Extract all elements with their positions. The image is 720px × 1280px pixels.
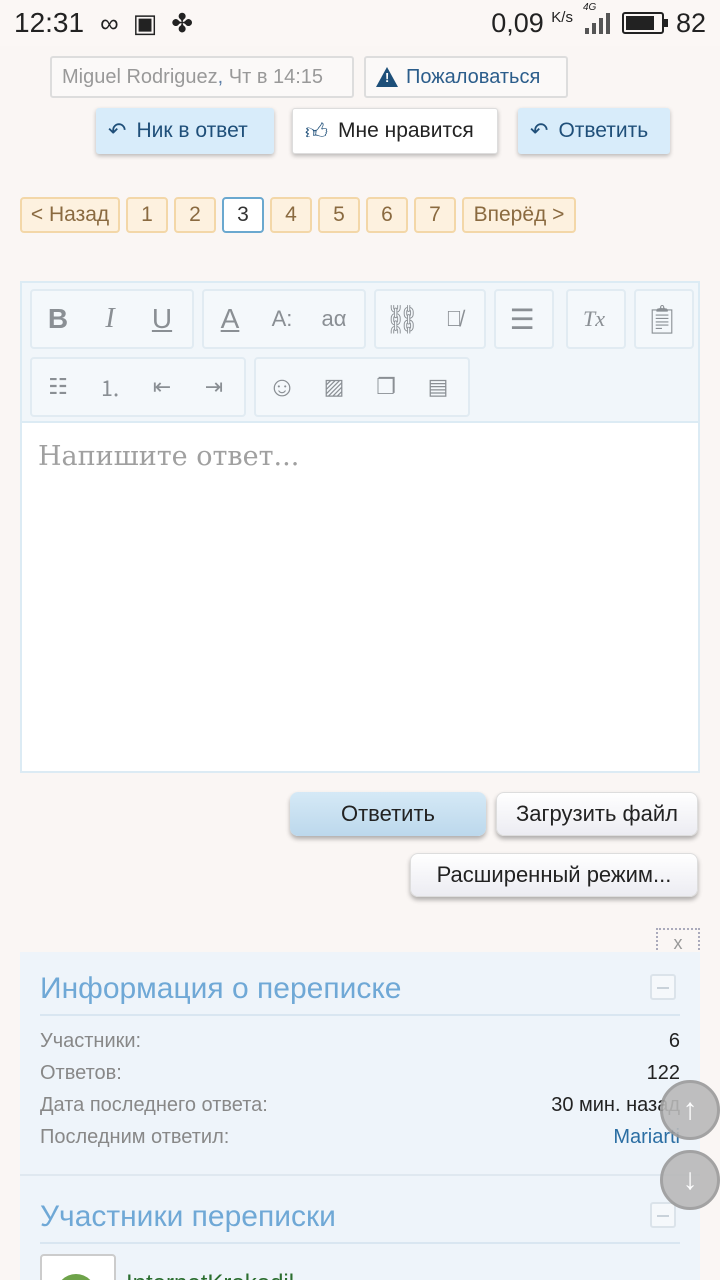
info-key: Последним ответил: [40, 1126, 230, 1148]
reply-editor: B I U A A: aα ⛓ ⛓̸ ☰ Tx 📋︎ ☷ ⒈ ⇤ ⇥ ☺ ▨ ❐… [20, 281, 700, 773]
post-author[interactable]: Miguel Rodriguez [62, 66, 218, 89]
pagination: < Назад 1 2 3 4 5 6 7 Вперёд > [20, 197, 576, 233]
arrow-up-icon: ↑ [682, 1093, 698, 1126]
reply-textarea[interactable]: Напишите ответ... [22, 423, 698, 490]
reply-label: Ответить [558, 119, 649, 142]
link-icon[interactable]: ⛓ [376, 291, 428, 347]
smiley-icon[interactable]: ☺ [256, 359, 308, 415]
font-size-button[interactable]: A: [256, 291, 308, 347]
info-row-replies: Ответов: 122 [40, 1062, 680, 1085]
author-separator: , [217, 65, 224, 88]
info-row-last-date: Дата последнего ответа: 30 мин. назад [40, 1094, 680, 1117]
info-value: 6 [668, 1030, 680, 1052]
underline-button[interactable]: U [136, 291, 188, 347]
info-row-participants: Участники: 6 [40, 1030, 680, 1053]
status-bar: 12:31 ∞ ▣ ✤ 0,09 K/s 4G 82 [0, 0, 720, 46]
warning-icon [376, 67, 398, 87]
upload-file-button[interactable]: Загрузить файл [496, 792, 698, 836]
page-link[interactable]: 4 [270, 197, 312, 233]
toolbar-group-align: ☰ [494, 289, 554, 349]
info-key: Ответов: [40, 1062, 122, 1084]
reply-post-button[interactable]: ↶ Ответить [518, 108, 670, 154]
battery-icon [621, 12, 668, 34]
info-value: 122 [646, 1062, 680, 1084]
pagination-prev[interactable]: < Назад [20, 197, 120, 233]
media-icon[interactable]: ❐ [360, 359, 412, 415]
reply-arrow-icon: ↶ [108, 118, 127, 143]
scroll-up-button[interactable]: ↑ [660, 1080, 720, 1140]
report-label: Пожаловаться [406, 65, 541, 88]
fan-icon: ✤ [171, 7, 193, 38]
info-key: Участники: [40, 1030, 142, 1052]
reply-arrow-icon: ↶ [530, 118, 549, 143]
outdent-icon[interactable]: ⇤ [136, 359, 188, 415]
clock: 12:31 [14, 7, 85, 38]
speed-value: 0,09 [491, 7, 544, 38]
like-label: Мне нравится [338, 119, 474, 142]
collapse-icon[interactable] [650, 1202, 676, 1228]
page-link-current[interactable]: 3 [222, 197, 264, 233]
page-link[interactable]: 6 [366, 197, 408, 233]
toolbar-group-lists: ☷ ⒈ ⇤ ⇥ [30, 357, 246, 417]
indent-icon[interactable]: ⇥ [188, 359, 240, 415]
network-speed: 0,09 K/s [491, 8, 573, 39]
like-button[interactable]: 👍︎ Мне нравится [292, 108, 498, 154]
info-key: Дата последнего ответа: [40, 1094, 268, 1116]
remove-format-button[interactable]: Tx [568, 291, 620, 347]
font-family-button[interactable]: aα [308, 291, 360, 347]
italic-button[interactable]: I [84, 291, 136, 347]
battery-level: 82 [675, 7, 706, 38]
post-author-date[interactable]: Miguel Rodriguez, Чт в 14:15 [50, 56, 354, 98]
scroll-down-button[interactable]: ↓ [660, 1150, 720, 1210]
pagination-next[interactable]: Вперёд > [462, 197, 576, 233]
info-row-last-user: Последним ответил: Mariarti [40, 1126, 680, 1149]
toolbar-group-paste: 📋︎ [634, 289, 694, 349]
quote-nick-label: Ник в ответ [136, 119, 248, 142]
submit-reply-button[interactable]: Ответить [290, 792, 486, 836]
network-type: 4G [582, 2, 597, 13]
page-link[interactable]: 2 [174, 197, 216, 233]
page-link[interactable]: 7 [414, 197, 456, 233]
speed-unit: K/s [551, 8, 573, 26]
collapse-icon[interactable] [650, 974, 676, 1000]
toolbar-group-font: A A: aα [202, 289, 366, 349]
page-link[interactable]: 5 [318, 197, 360, 233]
post-date: Чт в 14:15 [228, 65, 324, 88]
section-divider [20, 1174, 700, 1176]
toolbar-group-insert: ☺ ▨ ❐ ▤ [254, 357, 470, 417]
unlink-icon[interactable]: ⛓̸ [428, 291, 480, 347]
report-button[interactable]: Пожаловаться [364, 56, 568, 98]
align-left-icon[interactable]: ☰ [496, 291, 548, 347]
page-link[interactable]: 1 [126, 197, 168, 233]
bullet-list-icon[interactable]: ☷ [32, 359, 84, 415]
toolbar-group-clear: Tx [566, 289, 626, 349]
advanced-mode-button[interactable]: Расширенный режим... [410, 853, 698, 897]
participant-item[interactable]: InternetKrokodil [40, 1254, 294, 1280]
bold-button[interactable]: B [32, 291, 84, 347]
thumbs-up-icon: 👍︎ [305, 118, 328, 144]
signal-icon: 4G [583, 2, 610, 34]
participant-name[interactable]: InternetKrokodil [126, 1270, 294, 1280]
image-icon[interactable]: ▨ [308, 359, 360, 415]
toolbar-group-format: B I U [30, 289, 194, 349]
numbered-list-icon[interactable]: ⒈ [84, 359, 136, 415]
infinity-icon: ∞ [100, 7, 119, 38]
paste-icon[interactable]: 📋︎ [636, 291, 688, 347]
toolbar-group-link: ⛓ ⛓̸ [374, 289, 486, 349]
avatar[interactable] [40, 1254, 116, 1280]
font-color-button[interactable]: A [204, 291, 256, 347]
thread-info-title: Информация о переписке [40, 972, 402, 1005]
divider [40, 1014, 680, 1016]
thread-info-panel: Информация о переписке Участники: 6 Отве… [20, 952, 700, 1280]
participants-title: Участники переписки [40, 1200, 336, 1233]
quote-nick-button[interactable]: ↶ Ник в ответ [96, 108, 274, 154]
code-block-icon[interactable]: ▤ [412, 359, 464, 415]
editor-toolbar: B I U A A: aα ⛓ ⛓̸ ☰ Tx 📋︎ ☷ ⒈ ⇤ ⇥ ☺ ▨ ❐… [22, 283, 698, 423]
divider [40, 1242, 680, 1244]
image-icon: ▣ [132, 7, 158, 38]
arrow-down-icon: ↓ [682, 1163, 698, 1196]
